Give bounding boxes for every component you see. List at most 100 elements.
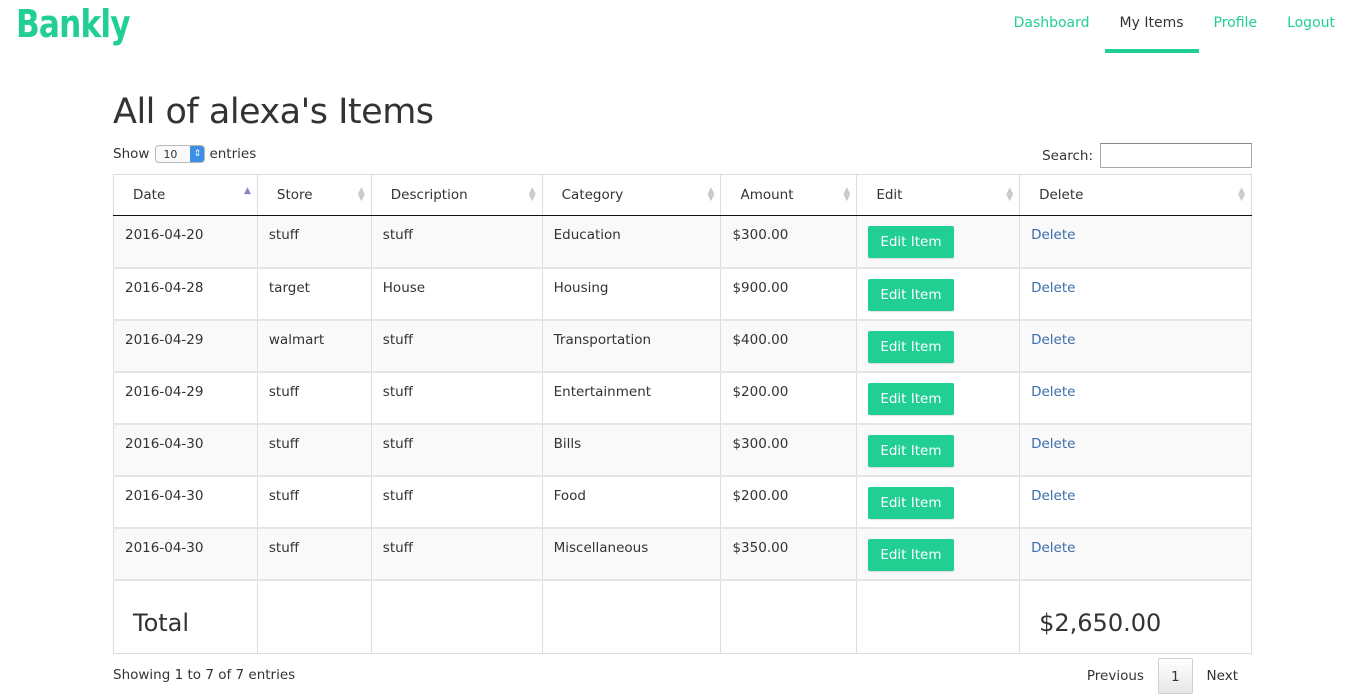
cell-date: 2016-04-28 (113, 267, 258, 321)
nav-logout[interactable]: Logout (1272, 0, 1350, 53)
entries-label: entries (209, 146, 257, 162)
footer-cell-empty (541, 579, 722, 654)
cell-edit: Edit Item (856, 527, 1021, 581)
cell-category: Bills (541, 423, 722, 477)
delete-link[interactable]: Delete (1031, 488, 1075, 504)
edit-item-button[interactable]: Edit Item (868, 278, 954, 311)
delete-link[interactable]: Delete (1031, 227, 1075, 243)
previous-page-button[interactable]: Previous (1073, 658, 1158, 694)
cell-description: House (370, 267, 543, 321)
cell-delete: Delete (1019, 371, 1252, 425)
nav-dashboard[interactable]: Dashboard (999, 0, 1105, 53)
nav-my-items[interactable]: My Items (1104, 0, 1199, 53)
cell-amount: $200.00 (720, 475, 858, 529)
nav-profile[interactable]: Profile (1199, 0, 1273, 53)
cell-amount: $300.00 (720, 423, 858, 477)
delete-link[interactable]: Delete (1031, 280, 1075, 296)
main-nav: Dashboard My Items Profile Logout (999, 0, 1350, 56)
cell-delete: Delete (1019, 215, 1252, 269)
delete-link[interactable]: Delete (1031, 436, 1075, 452)
cell-delete: Delete (1019, 423, 1252, 477)
footer-cell-empty (720, 579, 858, 654)
table-row: 2016-04-29 walmart stuff Transportation … (113, 319, 1252, 373)
table-row: 2016-04-20 stuff stuff Education $300.00… (113, 215, 1252, 269)
column-header-amount[interactable]: Amount ▲ ▼ (720, 174, 858, 216)
cell-delete: Delete (1019, 527, 1252, 581)
search-input[interactable] (1100, 143, 1252, 168)
cell-date: 2016-04-20 (113, 215, 258, 269)
footer-cell-empty (370, 579, 543, 654)
column-header-store[interactable]: Store ▲ ▼ (256, 174, 372, 216)
brand-logo[interactable]: Bankly (16, 0, 131, 48)
cell-category: Education (541, 215, 722, 269)
sort-icon: ▲ ▼ (707, 186, 715, 203)
cell-edit: Edit Item (856, 371, 1021, 425)
footer-cell-empty (256, 579, 372, 654)
cell-delete: Delete (1019, 267, 1252, 321)
edit-item-button[interactable]: Edit Item (868, 382, 954, 415)
sort-icon: ▲ ▼ (357, 186, 365, 203)
cell-store: walmart (256, 319, 372, 373)
edit-item-button[interactable]: Edit Item (868, 226, 954, 258)
show-label: Show (113, 146, 150, 162)
cell-store: stuff (256, 475, 372, 529)
cell-date: 2016-04-30 (113, 527, 258, 581)
table-row: 2016-04-30 stuff stuff Bills $300.00 Edi… (113, 423, 1252, 477)
sort-icon: ▲ ▼ (1238, 186, 1245, 203)
search-label: Search: (1042, 147, 1093, 164)
total-amount: $2,650.00 (1019, 579, 1252, 654)
table-row: 2016-04-28 target House Housing $900.00 … (113, 267, 1252, 321)
delete-link[interactable]: Delete (1031, 332, 1075, 348)
cell-date: 2016-04-30 (113, 475, 258, 529)
table-row: 2016-04-30 stuff stuff Food $200.00 Edit… (113, 475, 1252, 529)
cell-date: 2016-04-30 (113, 423, 258, 477)
edit-item-button[interactable]: Edit Item (868, 538, 954, 571)
cell-edit: Edit Item (856, 319, 1021, 373)
page-1-button[interactable]: 1 (1157, 658, 1193, 694)
cell-edit: Edit Item (856, 215, 1021, 269)
cell-category: Housing (541, 267, 722, 321)
entries-length-control: Show 10 ⇕ entries (113, 145, 256, 163)
table-footer-row: Total $2,650.00 (113, 579, 1252, 654)
cell-edit: Edit Item (856, 267, 1021, 321)
cell-store: target (256, 267, 372, 321)
table-row: 2016-04-29 stuff stuff Entertainment $20… (113, 371, 1252, 425)
next-page-button[interactable]: Next (1193, 658, 1252, 694)
cell-description: stuff (370, 371, 543, 425)
cell-date: 2016-04-29 (113, 371, 258, 425)
cell-category: Miscellaneous (541, 527, 722, 581)
cell-store: stuff (256, 423, 372, 477)
edit-item-button[interactable]: Edit Item (868, 434, 954, 467)
column-header-date[interactable]: Date ▲ (113, 174, 258, 216)
cell-store: stuff (256, 215, 372, 269)
cell-description: stuff (370, 423, 543, 477)
entries-select[interactable]: 10 ⇕ (155, 145, 206, 163)
sort-icon: ▲ ▼ (528, 186, 536, 203)
entries-select-value: 10 (163, 147, 178, 161)
column-header-delete[interactable]: Delete ▲ ▼ (1019, 174, 1252, 216)
sort-icon: ▲ ▼ (843, 186, 851, 203)
cell-description: stuff (370, 215, 543, 269)
column-header-description[interactable]: Description ▲ ▼ (370, 174, 543, 216)
items-table: Date ▲ Store ▲ ▼ Description ▲ ▼ Category ▲ ▼ A… (113, 174, 1252, 654)
edit-item-button[interactable]: Edit Item (868, 486, 954, 519)
search-control: Search: (1042, 143, 1252, 168)
table-info: Showing 1 to 7 of 7 entries (113, 667, 296, 683)
top-navbar: Bankly Dashboard My Items Profile Logout (0, 0, 1366, 56)
cell-description: stuff (370, 475, 543, 529)
cell-category: Food (541, 475, 722, 529)
cell-delete: Delete (1019, 319, 1252, 373)
column-header-edit[interactable]: Edit ▲ ▼ (856, 174, 1021, 216)
edit-item-button[interactable]: Edit Item (868, 330, 954, 363)
sort-icon: ▲ ▼ (1006, 186, 1014, 203)
delete-link[interactable]: Delete (1031, 384, 1075, 400)
table-row: 2016-04-30 stuff stuff Miscellaneous $35… (113, 527, 1252, 581)
cell-delete: Delete (1019, 475, 1252, 529)
delete-link[interactable]: Delete (1031, 540, 1075, 556)
cell-amount: $300.00 (720, 215, 858, 269)
cell-store: stuff (256, 527, 372, 581)
total-label: Total (113, 579, 258, 654)
page-title: All of alexa's Items (113, 92, 434, 132)
footer-cell-empty (856, 579, 1021, 654)
column-header-category[interactable]: Category ▲ ▼ (541, 174, 722, 216)
